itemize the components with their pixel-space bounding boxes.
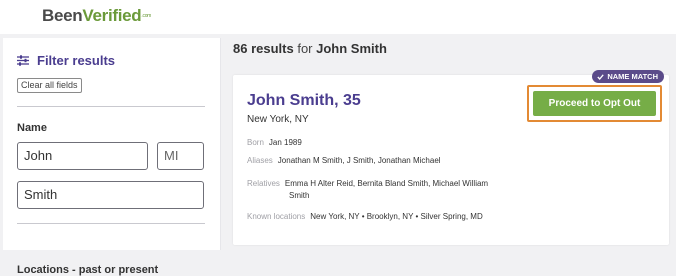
born-label: Born	[247, 138, 264, 147]
top-bar: BeenVerified.com	[0, 0, 676, 34]
aliases-row: Aliases Jonathan M Smith, J Smith, Jonath…	[247, 155, 441, 167]
proceed-to-opt-out-button[interactable]: Proceed to Opt Out	[533, 91, 656, 116]
person-name-link[interactable]: John Smith, 35	[247, 92, 361, 110]
logo-text-suffix: .com	[141, 13, 152, 19]
last-name-input[interactable]: Smith	[17, 181, 204, 209]
person-location: New York, NY	[247, 114, 309, 125]
known-locations-label: Known locations	[247, 212, 306, 221]
filter-title: Filter results	[37, 53, 116, 68]
sidebar-divider	[17, 106, 205, 107]
results-heading: 86 results for John Smith	[233, 41, 387, 56]
beenverified-logo[interactable]: BeenVerified.com	[42, 6, 151, 26]
relatives-value-line1: Emma H Alter Reid, Bernita Bland Smith, …	[284, 179, 489, 188]
results-for-text: for	[297, 41, 313, 56]
filter-sidebar: Filter results Clear all fields Name Joh…	[3, 38, 221, 276]
logo-text-verified: Verified	[82, 6, 142, 25]
relatives-row-continued: Smith	[289, 190, 309, 202]
known-locations-value: New York, NY • Brooklyn, NY • Silver Spr…	[310, 212, 483, 221]
clear-all-fields-button[interactable]: Clear all fields	[17, 78, 82, 93]
results-count: 86 results	[233, 41, 294, 56]
results-query: John Smith	[316, 41, 387, 56]
middle-initial-input[interactable]: MI	[157, 142, 204, 170]
name-match-label: NAME MATCH	[607, 72, 658, 81]
aliases-label: Aliases	[247, 156, 273, 165]
check-icon	[597, 73, 605, 80]
sidebar-divider	[17, 223, 205, 224]
born-value: Jan 1989	[268, 138, 302, 147]
filter-header: Filter results	[17, 53, 115, 68]
born-row: Born Jan 1989	[247, 137, 302, 149]
first-name-input[interactable]: John	[17, 142, 148, 170]
relatives-label: Relatives	[247, 179, 280, 188]
aliases-value: Jonathan M Smith, J Smith, Jonathan Mich…	[277, 156, 441, 165]
name-label: Name	[17, 122, 47, 134]
known-locations-row: Known locations New York, NY • Brooklyn, …	[247, 211, 483, 223]
locations-label: Locations - past or present	[17, 264, 159, 276]
sliders-icon	[17, 55, 29, 66]
relatives-row: Relatives Emma H Alter Reid, Bernita Blan…	[247, 178, 488, 190]
result-card[interactable]: NAME MATCH John Smith, 35 New York, NY B…	[233, 70, 669, 245]
relatives-value-line2: Smith	[289, 191, 310, 200]
logo-text-been: Been	[42, 6, 83, 25]
name-match-badge: NAME MATCH	[592, 70, 664, 83]
